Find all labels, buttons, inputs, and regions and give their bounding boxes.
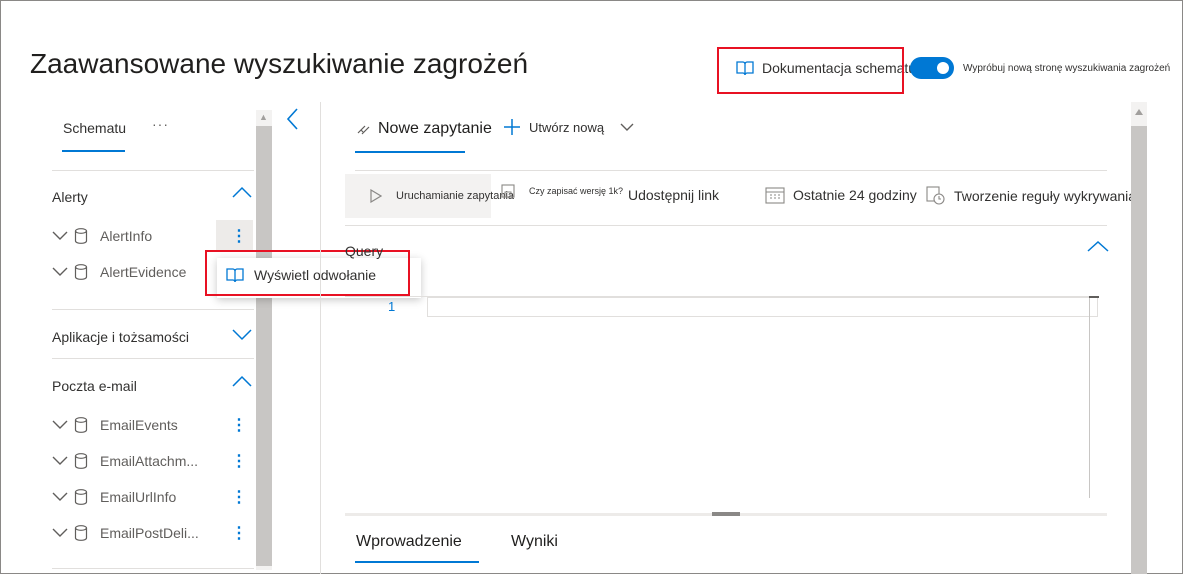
schema-scrollbar-thumb[interactable] [256,126,272,566]
section-header-apps-identities[interactable]: Aplikacje i tożsamości [52,329,189,345]
divider [52,309,254,310]
divider [52,358,254,359]
play-icon [370,189,382,203]
section-header-email[interactable]: Poczta e-mail [52,378,137,394]
table-name: EmailAttachm... [100,453,199,469]
divider [52,568,254,569]
collapse-panel-button[interactable] [286,108,298,130]
main-scrollbar-thumb[interactable] [1131,102,1147,574]
database-icon [74,228,100,244]
window-frame [0,0,1183,574]
create-detection-rule-label: Tworzenie reguły wykrywania [954,188,1137,204]
share-link-label: Udostępnij link [628,187,720,203]
more-vertical-icon[interactable]: ⋮ [231,415,247,435]
divider [345,225,1107,226]
chevron-down-icon[interactable] [52,267,74,277]
more-vertical-icon[interactable]: ⋮ [231,487,247,507]
save-button[interactable]: Czy zapisać wersję 1k? [501,184,624,198]
list-item[interactable]: EmailEvents [52,417,178,433]
chevron-down-icon[interactable] [52,231,74,241]
time-range-button[interactable]: Ostatnie 24 godziny [765,186,917,204]
run-query-label: Uruchamianie zapytania [396,190,515,202]
more-vertical-icon[interactable]: ⋮ [231,451,247,471]
table-name: EmailPostDeli... [100,525,199,541]
chevron-up-icon[interactable] [1087,240,1109,252]
database-icon [74,525,100,541]
tab-schema[interactable]: Schematu [63,120,126,136]
list-item[interactable]: EmailAttachm... [52,453,198,469]
tab-getting-started[interactable]: Wprowadzenie [356,533,462,551]
tab-new-query[interactable]: Nowe zapytanie [356,120,492,138]
list-item[interactable]: AlertInfo [52,228,152,244]
splitter-handle[interactable] [712,512,740,516]
database-icon [74,264,100,280]
link-icon [356,123,372,135]
chevron-down-icon[interactable] [52,420,74,430]
tab-results[interactable]: Wyniki [511,533,558,551]
calendar-icon [765,186,785,204]
table-name: AlertInfo [100,228,153,244]
chevron-down-icon[interactable] [620,123,634,132]
create-detection-rule-button[interactable]: Tworzenie reguły wykrywania [926,186,1136,206]
query-editor-input[interactable] [427,297,1098,317]
table-name: EmailUrlInfo [100,489,177,505]
highlight-box-documentation [717,47,904,94]
section-header-alerts[interactable]: Alerty [52,189,88,205]
divider [52,170,254,171]
tab-schema-underline [62,150,125,152]
tab-new-query-underline [355,151,465,153]
line-number: 1 [388,299,396,314]
toggle-knob [937,62,949,74]
tab-getting-started-underline [355,561,479,563]
divider [355,170,1107,171]
rule-clock-icon [926,186,946,206]
chevron-down-icon[interactable] [52,528,74,538]
share-link-button[interactable]: Udostępnij link [628,187,719,203]
save-icon [501,184,515,198]
create-new-button[interactable]: Utwórz nową [503,118,634,136]
create-new-label: Utwórz nową [529,119,605,135]
more-options-button[interactable]: ··· [152,116,169,132]
database-icon [74,489,100,505]
tab-new-query-label: Nowe zapytanie [378,120,492,137]
list-item[interactable]: EmailPostDeli... [52,525,199,541]
editor-scroll-marker [1089,296,1099,298]
new-hunting-page-toggle[interactable] [910,57,954,79]
table-name: AlertEvidence [100,264,187,280]
run-query-button[interactable]: Uruchamianie zapytania [345,174,514,218]
panel-separator [320,102,321,574]
chevron-up-icon[interactable] [232,186,252,198]
database-icon [74,417,100,433]
list-item[interactable]: EmailUrlInfo [52,489,176,505]
table-name: EmailEvents [100,417,178,433]
more-vertical-icon[interactable]: ⋮ [231,226,247,246]
chevron-down-icon[interactable] [52,456,74,466]
chevron-up-icon[interactable] [232,375,252,387]
plus-icon [503,118,521,136]
new-hunting-page-toggle-label: Wypróbuj nową stronę wyszukiwania zagroż… [963,63,1171,74]
list-item[interactable]: AlertEvidence [52,264,186,280]
save-label: Czy zapisać wersję 1k? [529,186,624,196]
editor-scrollbar[interactable] [1089,296,1090,498]
time-range-label: Ostatnie 24 godziny [793,187,917,203]
database-icon [74,453,100,469]
scroll-up-icon[interactable] [1134,108,1144,116]
scroll-up-icon[interactable]: ▲ [259,112,268,122]
query-editor-label: Query [345,243,384,259]
more-vertical-icon[interactable]: ⋮ [231,523,247,543]
chevron-down-icon[interactable] [52,492,74,502]
page-title: Zaawansowane wyszukiwanie zagrożeń [30,48,529,79]
chevron-down-icon[interactable] [232,329,252,341]
